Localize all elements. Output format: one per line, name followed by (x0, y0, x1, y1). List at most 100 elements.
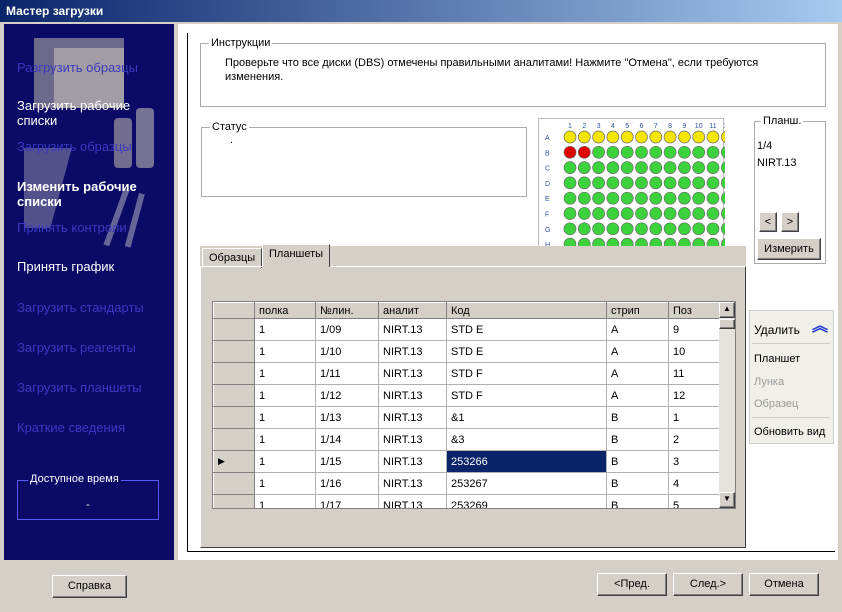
plate-well[interactable] (692, 161, 706, 174)
plate-well[interactable] (678, 145, 691, 159)
plate-action[interactable]: Планшет (754, 353, 800, 365)
plate-well[interactable] (720, 130, 734, 144)
table-cell[interactable]: STD E (446, 340, 607, 363)
table-row[interactable]: 1 1/11 NIRT.13 STD F A 11 (213, 362, 721, 385)
grid-column-header[interactable]: полка (254, 302, 316, 319)
scroll-down-icon[interactable]: ▼ (719, 492, 735, 508)
plate-well[interactable] (606, 176, 620, 190)
table-cell[interactable]: 3 (668, 450, 721, 473)
current-row-arrow-icon[interactable]: ▶ (213, 450, 255, 473)
tab-plates[interactable]: Планшеты (262, 244, 330, 267)
plate-well[interactable] (577, 130, 591, 144)
plate-well[interactable] (563, 207, 577, 220)
table-cell[interactable]: 1/10 (315, 340, 379, 363)
table-cell[interactable]: 1/16 (315, 472, 379, 495)
plate-well[interactable] (692, 176, 706, 190)
table-cell[interactable]: B (606, 450, 669, 473)
plate-well[interactable] (563, 222, 577, 236)
plate-well[interactable] (706, 207, 720, 220)
plate-well[interactable] (706, 130, 720, 144)
plate-well[interactable] (678, 222, 691, 236)
table-cell[interactable]: B (606, 494, 669, 508)
cancel-button[interactable]: Отмена (749, 573, 819, 596)
plate-well[interactable] (706, 191, 720, 205)
grid-column-header[interactable]: №лин. (315, 302, 379, 319)
plate-well[interactable] (706, 145, 720, 159)
plate-well[interactable] (592, 176, 605, 190)
plate-well[interactable] (577, 191, 591, 205)
plate-well[interactable] (706, 161, 720, 174)
plate-well[interactable] (592, 207, 605, 220)
table-cell[interactable]: NIRT.13 (378, 494, 447, 508)
table-cell[interactable]: A (606, 340, 669, 363)
row-indicator[interactable] (213, 362, 255, 385)
plate-well[interactable] (649, 145, 663, 159)
plate-well[interactable] (678, 176, 691, 190)
table-cell[interactable]: 1/13 (315, 406, 379, 429)
plate-well[interactable] (663, 176, 677, 190)
plate-well[interactable] (720, 191, 734, 205)
plate-well[interactable] (635, 130, 648, 144)
table-cell[interactable]: NIRT.13 (378, 472, 447, 495)
scroll-thumb[interactable] (719, 319, 735, 329)
table-cell[interactable]: &3 (446, 428, 607, 451)
plate-map[interactable]: 123456789101112ABCDEFGH (538, 118, 734, 261)
grid-column-header[interactable]: Код (446, 302, 607, 319)
plates-grid[interactable]: полка №лин. аналит Код стрип Поз 1 1/09 NIRT.13… (212, 301, 736, 509)
plate-well[interactable] (692, 191, 706, 205)
table-cell[interactable]: STD F (446, 362, 607, 385)
plate-well[interactable] (692, 207, 706, 220)
table-cell[interactable]: 253267 (446, 472, 607, 495)
plate-well[interactable] (577, 176, 591, 190)
table-cell[interactable]: 1/09 (315, 318, 379, 341)
plate-well[interactable] (678, 130, 691, 144)
plate-well[interactable] (649, 176, 663, 190)
table-cell[interactable]: 1 (668, 406, 721, 429)
grid-column-header[interactable]: стрип (606, 302, 669, 319)
table-cell[interactable]: 1/12 (315, 384, 379, 407)
plate-map-graphic[interactable]: 123456789101112ABCDEFGH (539, 119, 734, 261)
table-cell[interactable]: 1 (254, 362, 316, 385)
plate-well[interactable] (635, 161, 648, 174)
table-cell[interactable]: 1 (254, 450, 316, 473)
next-button[interactable]: След.> (673, 573, 743, 596)
table-cell[interactable]: 253266 (446, 450, 607, 473)
plate-well[interactable] (635, 191, 648, 205)
table-cell[interactable]: 11 (668, 362, 721, 385)
table-cell[interactable]: 1 (254, 406, 316, 429)
plate-well[interactable] (620, 176, 634, 190)
tab-samples[interactable]: Образцы (202, 248, 262, 268)
plate-well[interactable] (620, 207, 634, 220)
table-row[interactable]: 1 1/09 NIRT.13 STD EA9 (213, 318, 721, 341)
table-row[interactable]: ▶ 1 1/15 NIRT.13 253266 B 3 (213, 450, 721, 473)
plate-well[interactable] (606, 130, 620, 144)
plate-well[interactable] (678, 161, 691, 174)
table-cell[interactable]: 1 (254, 340, 316, 363)
plate-well[interactable] (649, 161, 663, 174)
plate-well[interactable] (620, 145, 634, 159)
plate-well[interactable] (692, 130, 706, 144)
plate-well[interactable] (649, 130, 663, 144)
plate-well[interactable] (720, 207, 734, 220)
table-cell[interactable]: 1/11 (315, 362, 379, 385)
plate-well[interactable] (592, 130, 605, 144)
plate-well[interactable] (635, 222, 648, 236)
table-cell[interactable]: 10 (668, 340, 721, 363)
table-cell[interactable]: B (606, 472, 669, 495)
table-row[interactable]: 1 1/14 NIRT.13 &3 B 2 (213, 428, 721, 451)
plate-well[interactable] (620, 222, 634, 236)
plate-well[interactable] (606, 145, 620, 159)
plate-well[interactable] (563, 176, 577, 190)
plate-well[interactable] (663, 191, 677, 205)
table-cell[interactable]: NIRT.13 (378, 340, 447, 363)
plate-well[interactable] (577, 161, 591, 174)
table-row[interactable]: 1 1/17 NIRT.13 253269 B 5 (213, 494, 721, 508)
table-row[interactable]: 1 1/13 NIRT.13 &1 B 1 (213, 406, 721, 429)
plate-well[interactable] (577, 145, 591, 159)
row-indicator[interactable] (213, 406, 255, 429)
plate-well[interactable] (563, 191, 577, 205)
table-cell[interactable]: B (606, 406, 669, 429)
plate-well[interactable] (706, 176, 720, 190)
table-cell[interactable]: NIRT.13 (378, 406, 447, 429)
plate-well[interactable] (663, 207, 677, 220)
